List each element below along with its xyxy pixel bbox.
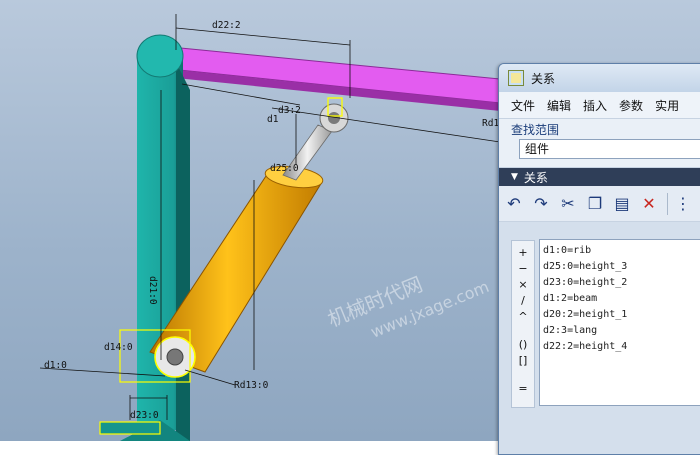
scope-label: 查找范围 — [511, 123, 560, 137]
toolbar-separator — [667, 192, 668, 215]
scope-select[interactable]: 组件 — [519, 139, 700, 159]
op-equals[interactable]: = — [512, 381, 534, 397]
relation-line[interactable]: d1:0=rib — [540, 243, 700, 259]
relation-line[interactable]: d23:0=height_2 — [540, 275, 700, 291]
operator-palette: + − × / ^ () [] = — [511, 240, 535, 408]
editor-area: + − × / ^ () [] = d1:0=rib d25:0=height_… — [499, 237, 700, 454]
paste-icon[interactable]: ▤ — [610, 192, 634, 216]
undo-icon[interactable]: ↶ — [502, 192, 526, 216]
arm-part[interactable] — [120, 34, 190, 441]
dim-d1-left[interactable]: d1:0 — [44, 360, 67, 371]
scope-group: 查找范围 组件 — [499, 119, 700, 168]
cut-icon[interactable]: ✂ — [556, 192, 580, 216]
op-divide[interactable]: / — [512, 293, 534, 309]
more-icon[interactable]: ⋮ — [671, 192, 695, 216]
menu-insert[interactable]: 插入 — [583, 97, 607, 114]
op-minus[interactable]: − — [512, 261, 534, 277]
relations-editor[interactable]: d1:0=rib d25:0=height_3 d23:0=height_2 d… — [539, 239, 700, 406]
collapse-triangle-icon[interactable]: ▼ — [511, 172, 518, 182]
app-icon — [508, 70, 524, 86]
dim-d14[interactable]: d14:0 — [104, 342, 133, 353]
dim-rd13[interactable]: Rd13:0 — [234, 380, 269, 391]
delete-icon[interactable]: ✕ — [637, 192, 661, 216]
relation-line[interactable]: d22:2=height_4 — [540, 339, 700, 355]
relations-dialog: 关系 文件 编辑 插入 参数 实用 查找范围 组件 ▼ 关系 ↶ ↷ ✂ ❐ ▤… — [498, 63, 700, 455]
relations-toolbar: ↶ ↷ ✂ ❐ ▤ ✕ ⋮ — [499, 186, 700, 222]
relation-line[interactable]: d2:3=lang — [540, 323, 700, 339]
op-plus[interactable]: + — [512, 245, 534, 261]
dialog-title: 关系 — [531, 71, 556, 86]
menu-bar: 文件 编辑 插入 参数 实用 — [499, 92, 700, 119]
relation-line[interactable]: d1:2=beam — [540, 291, 700, 307]
op-power[interactable]: ^ — [512, 309, 534, 325]
redo-icon[interactable]: ↷ — [529, 192, 553, 216]
copy-icon[interactable]: ❐ — [583, 192, 607, 216]
menu-utilities[interactable]: 实用 — [655, 97, 679, 114]
menu-edit[interactable]: 编辑 — [547, 97, 571, 114]
dim-d21[interactable]: d21:0 — [147, 276, 158, 305]
op-multiply[interactable]: × — [512, 277, 534, 293]
dim-rd-right[interactable]: Rd1 — [482, 118, 499, 129]
menu-file[interactable]: 文件 — [511, 97, 535, 114]
dim-d22[interactable]: d22:2 — [212, 20, 241, 31]
dialog-titlebar[interactable]: 关系 — [499, 64, 700, 92]
relations-section-label: 关系 — [523, 170, 548, 185]
dim-d25[interactable]: d25:0 — [270, 163, 299, 174]
op-brackets[interactable]: [] — [512, 353, 534, 369]
relations-section-header[interactable]: ▼ 关系 — [499, 168, 700, 186]
relation-line[interactable]: d25:0=height_3 — [540, 259, 700, 275]
dim-d1-top[interactable]: d1 — [267, 114, 279, 125]
menu-parameters[interactable]: 参数 — [619, 97, 643, 114]
relation-line[interactable]: d20:2=height_1 — [540, 307, 700, 323]
dim-d23[interactable]: d23:0 — [130, 410, 159, 421]
watermark: 机械时代网 www.jxage.com — [324, 272, 492, 342]
op-parentheses[interactable]: () — [512, 337, 534, 353]
dim-d3[interactable]: d3:2 — [278, 105, 301, 116]
beam-part[interactable] — [159, 45, 511, 112]
